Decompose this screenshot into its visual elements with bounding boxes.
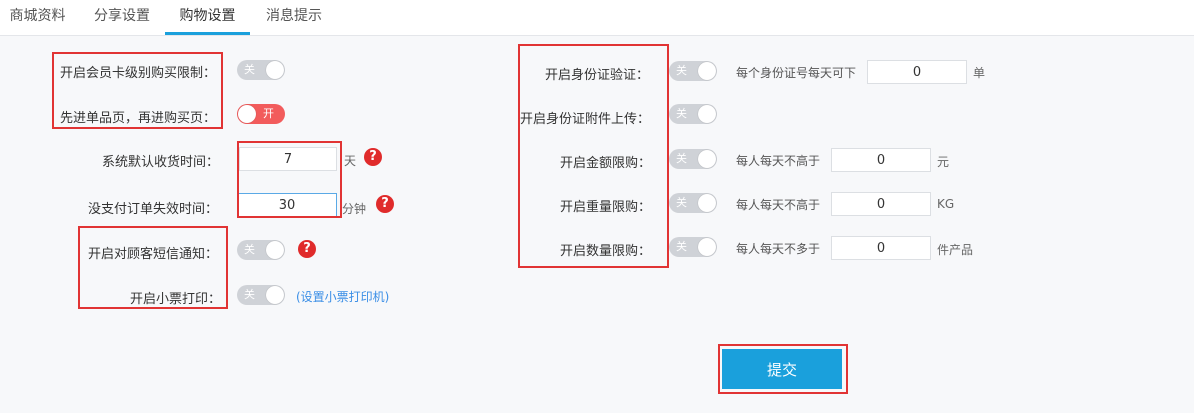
qty-limit-input[interactable] — [831, 236, 931, 260]
highlight-box — [78, 226, 228, 309]
tab-mall-info[interactable]: 商城资料 — [0, 0, 75, 33]
toggle-knob — [698, 62, 716, 80]
highlight-box — [518, 44, 669, 268]
toggle-state-text: 关 — [244, 63, 255, 76]
toggle-knob — [238, 105, 256, 123]
receipt-print-toggle[interactable]: 关 — [237, 285, 285, 305]
toggle-state-text: 关 — [676, 64, 687, 77]
receive-time-help-icon[interactable]: ? — [364, 148, 382, 166]
unpaid-expire-label: 没支付订单失效时间： — [88, 202, 219, 217]
qty-limit-toggle[interactable]: 关 — [669, 237, 717, 257]
highlight-box — [718, 344, 848, 394]
toggle-state-text: 关 — [676, 196, 687, 209]
toggle-knob — [698, 194, 716, 212]
toggle-knob — [266, 241, 284, 259]
toggle-knob — [266, 286, 284, 304]
qty-limit-desc: 每人每天不多于 — [736, 242, 821, 256]
id-verify-input[interactable] — [867, 60, 967, 84]
toggle-state-text: 关 — [676, 152, 687, 165]
id-verify-toggle[interactable]: 关 — [669, 61, 717, 81]
weight-limit-toggle[interactable]: 关 — [669, 193, 717, 213]
receive-time-label: 系统默认收货时间： — [102, 155, 220, 170]
unpaid-expire-unit: 分钟 — [342, 202, 367, 216]
toggle-state-text: 关 — [676, 107, 687, 120]
tab-share-settings[interactable]: 分享设置 — [80, 0, 164, 33]
toggle-state-text: 开 — [263, 107, 274, 120]
id-upload-toggle[interactable]: 关 — [669, 104, 717, 124]
amount-limit-toggle[interactable]: 关 — [669, 149, 717, 169]
toggle-knob — [698, 238, 716, 256]
tab-message-tips[interactable]: 消息提示 — [252, 0, 336, 33]
id-verify-desc: 每个身份证号每天可下 — [736, 66, 857, 80]
setup-printer-link[interactable]: (设置小票打印机) — [296, 288, 389, 305]
weight-limit-desc: 每人每天不高于 — [736, 198, 821, 212]
unpaid-expire-help-icon[interactable]: ? — [376, 195, 394, 213]
receive-time-unit: 天 — [344, 154, 357, 168]
id-verify-unit: 单 — [973, 66, 986, 80]
tab-bar: 商城资料 分享设置 购物设置 消息提示 — [0, 0, 1194, 36]
sms-notify-help-icon[interactable]: ? — [298, 240, 316, 258]
amount-limit-desc: 每人每天不高于 — [736, 154, 821, 168]
toggle-knob — [698, 150, 716, 168]
weight-limit-input[interactable] — [831, 192, 931, 216]
member-limit-toggle[interactable]: 关 — [237, 60, 285, 80]
tab-shopping-settings[interactable]: 购物设置 — [165, 0, 250, 35]
toggle-state-text: 关 — [676, 240, 687, 253]
highlight-box — [52, 52, 223, 129]
toggle-knob — [266, 61, 284, 79]
amount-limit-input[interactable] — [831, 148, 931, 172]
toggle-knob — [698, 105, 716, 123]
toggle-state-text: 关 — [244, 243, 255, 256]
product-first-toggle[interactable]: 开 — [237, 104, 285, 124]
toggle-state-text: 关 — [244, 288, 255, 301]
qty-limit-unit: 件产品 — [937, 243, 974, 257]
highlight-box — [237, 141, 342, 218]
sms-notify-toggle[interactable]: 关 — [237, 240, 285, 260]
amount-limit-unit: 元 — [937, 155, 950, 169]
weight-limit-unit: KG — [937, 197, 955, 211]
